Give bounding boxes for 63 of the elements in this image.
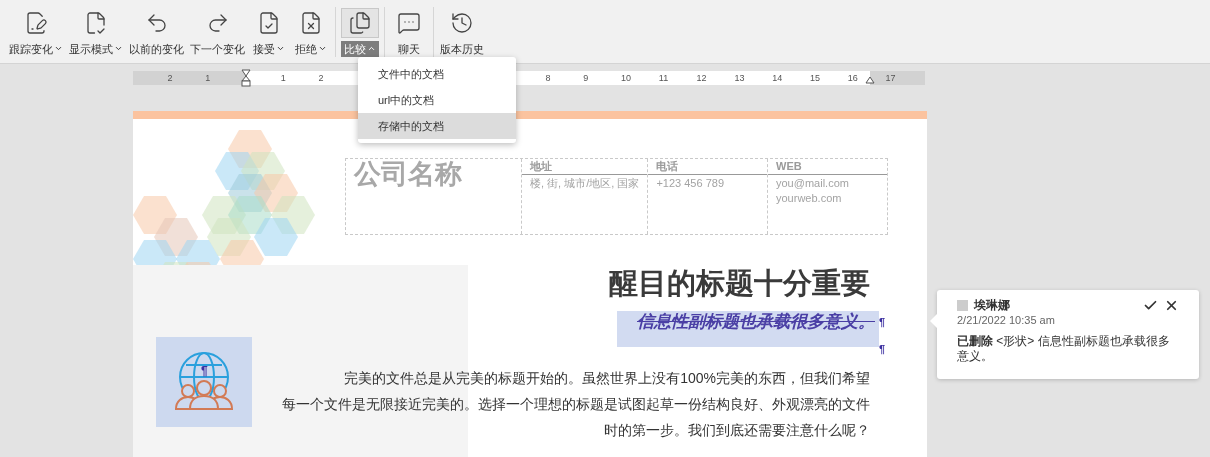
comment-author: 埃琳娜 [974,298,1010,313]
menu-item[interactable]: 存储中的文档 [358,113,516,139]
contact-text: you@mail.com [776,176,850,191]
paragraph-mark: ¶ [879,343,887,355]
toolbar-button[interactable]: 显示模式 [66,3,126,61]
column-header: WEB [776,159,803,173]
contact-text: yourweb.com [776,191,843,206]
check-document-icon [257,10,281,35]
subtitle-text: 信息性副标题也承载很多意义。 [617,311,879,347]
body-text-line: 完美的文件总是从完美的标题开始的。虽然世界上没有100%完美的东西，但我们希望 [344,369,870,388]
ruler-number: 15 [810,72,820,85]
ruler-number: 2 [318,72,324,85]
toolbar-button[interactable]: 接受 [248,3,290,61]
toolbar-button[interactable]: 以前的变化 [126,3,187,61]
ruler-number: 8 [545,72,551,85]
caret-icon [114,44,123,53]
ruler-number: 10 [621,72,631,85]
toolbar-button[interactable]: 比较 [339,3,381,61]
body-text-line: 时的第一步。我们到底还需要注意什么呢？ [604,421,870,440]
comment-text: 已删除 <形状> 信息性副标题也承载很多意义。 [957,334,1171,364]
caret-icon [367,44,376,53]
paragraph-mark: ¶ [879,315,887,330]
caret-icon [318,44,327,53]
ruler-number: 11 [658,72,669,85]
ruler-number: 13 [734,72,745,85]
accept-button[interactable] [1143,298,1158,313]
checked-document-icon [84,10,108,35]
comment-date: 2/21/2022 10:35 am [957,313,1056,328]
ruler-number: 12 [696,72,707,85]
paragraph-mark: ¶ [201,365,208,377]
company-name: 公司名称 [354,159,462,189]
ruler-number: 17 [885,72,896,85]
x-document-icon [299,10,323,35]
ruler-number: 16 [847,72,858,85]
ruler-number: 2 [167,72,173,85]
menu-item[interactable]: url中的文档 [358,87,516,113]
contact-text: +123 456 789 [656,176,725,191]
toolbar-button[interactable]: 聊天 [388,3,430,61]
pen-document-icon [24,10,48,35]
ruler-number: 1 [205,72,211,85]
avatar-square [957,300,968,311]
caret-icon [276,44,285,53]
column-header: 电话 [656,159,680,173]
close-icon [1164,298,1179,313]
toolbar-button[interactable]: 跟踪变化 [6,3,66,61]
toolbar-button[interactable]: 拒绝 [290,3,332,61]
toolbar-button[interactable]: 下一个变化 [187,3,248,61]
caret-icon [54,44,63,53]
history-icon [450,10,474,35]
globe-people-icon [172,351,236,413]
toolbar-button[interactable]: 版本历史 [437,3,487,61]
close-button[interactable] [1164,298,1179,313]
check-icon [1143,298,1158,313]
ruler-number: 9 [583,72,589,85]
documents-icon [348,10,372,35]
chat-bubble-icon [397,10,421,35]
ruler-number: 14 [772,72,783,85]
document-title: 醒目的标题十分重要 [609,267,870,299]
body-text-line: 每一个文件是无限接近完美的。选择一个理想的标题是试图起草一份结构良好、外观漂亮的文件 [282,395,870,414]
contact-text: 楼, 街, 城市/地区, 国家 [530,176,640,191]
ruler-number: 1 [280,72,286,85]
menu-item[interactable]: 文件中的文档 [358,61,516,87]
column-header: 地址 [530,159,553,173]
